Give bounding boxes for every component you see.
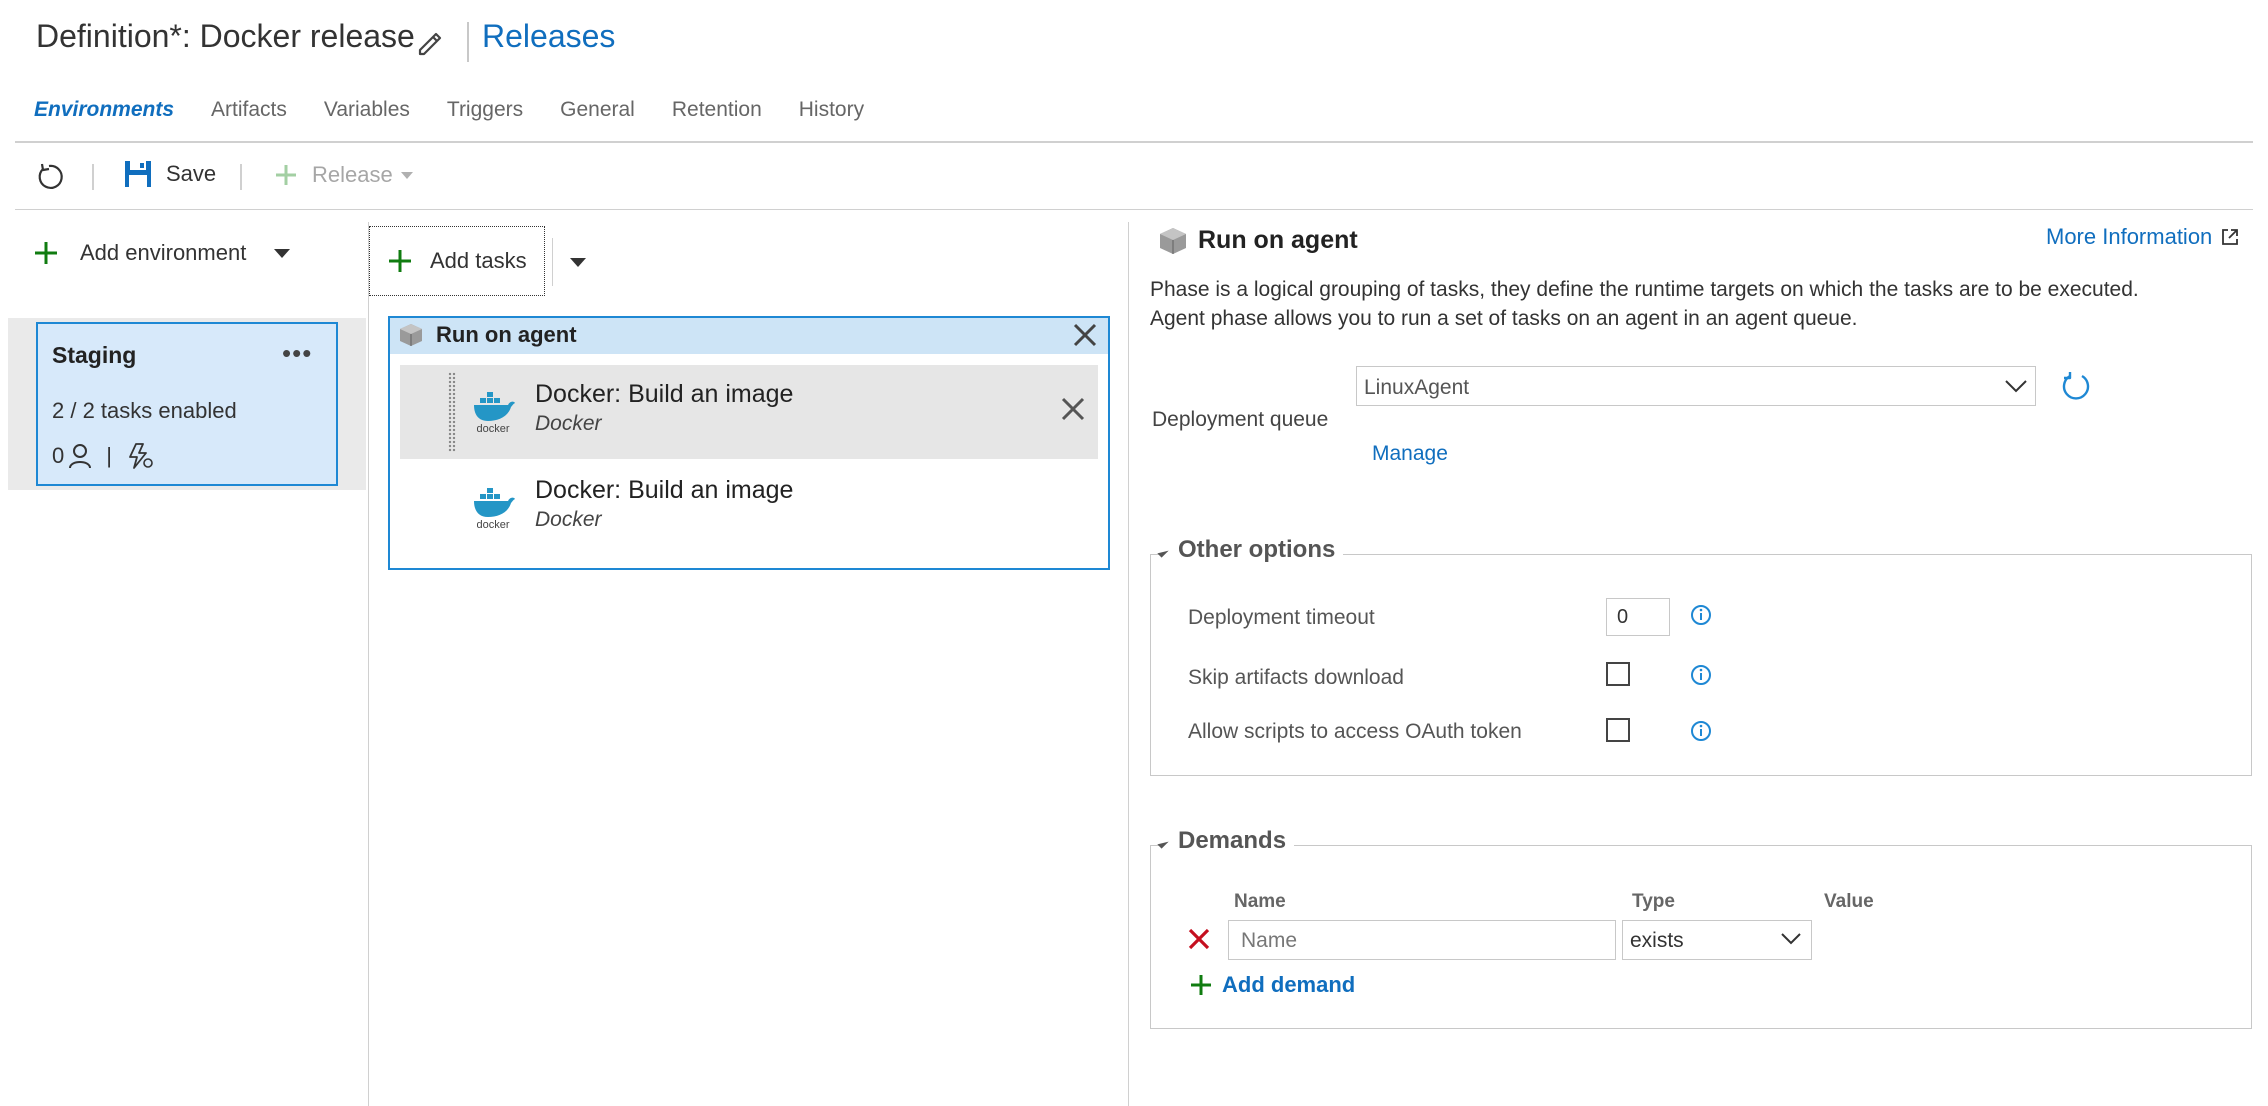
save-icon [125,161,151,187]
toolbar-divider [15,209,2253,210]
approvers-count: 0 [52,443,65,468]
panel-divider [368,222,369,1106]
demands-column-type: Type [1632,891,1675,912]
save-label: Save [166,161,217,186]
remove-icon[interactable] [1186,926,1212,952]
tab-general[interactable]: General [560,98,635,122]
caret-down-icon [400,171,413,179]
environment-name: Staging [52,342,137,368]
lightning-icon[interactable] [126,442,154,470]
docker-icon: docker [468,484,518,535]
add-environment-label: Add environment [80,240,247,265]
task-type: Docker [535,412,602,435]
release-button[interactable]: Release [274,162,413,188]
chevron-down-icon [1781,933,1801,945]
info-icon[interactable] [1690,720,1712,742]
collapse-triangle-icon [1157,837,1169,849]
other-options-header[interactable]: Other options [1157,536,1344,564]
demands-column-name: Name [1234,891,1286,912]
deployment-timeout-input[interactable]: 0 [1606,598,1670,636]
tab-bar: Environments Artifacts Variables Trigger… [34,98,901,122]
caret-down-icon[interactable] [274,248,291,258]
deployment-timeout-label: Deployment timeout [1188,606,1375,629]
docker-icon: docker [468,388,518,439]
phase-description: Agent phase allows you to run a set of t… [1150,307,1858,330]
info-icon[interactable] [1690,604,1712,626]
edit-icon[interactable] [414,26,446,58]
toolbar-separator [240,164,242,190]
close-icon[interactable] [1070,320,1100,350]
task-type: Docker [535,508,602,531]
more-information-link[interactable]: More Information [2046,224,2240,250]
panel-divider [1128,222,1129,1106]
close-icon[interactable] [1058,394,1088,424]
docker-logo-text: docker [476,519,509,530]
details-title: Run on agent [1198,226,1358,254]
plus-icon [276,165,296,185]
more-icon[interactable]: ••• [282,338,312,369]
task-name: Docker: Build an image [535,476,794,504]
demand-name-input[interactable]: Name [1228,920,1616,960]
releases-link[interactable]: Releases [482,18,615,55]
person-icon [69,444,92,469]
drag-handle[interactable] [448,372,456,452]
deployment-queue-label: Deployment queue [1152,408,1329,431]
tab-artifacts[interactable]: Artifacts [211,98,287,122]
other-options-title: Other options [1178,536,1336,563]
save-button[interactable]: Save [124,160,216,188]
phase-title: Run on agent [436,322,577,347]
page-title: Definition*: Docker release [36,18,415,54]
info-icon[interactable] [1690,664,1712,686]
demand-type-value: exists [1630,929,1684,952]
add-environment-button[interactable]: Add environment [34,240,291,266]
refresh-icon[interactable] [34,162,64,192]
box-icon [1160,228,1186,254]
plus-icon [35,242,57,264]
add-tasks-separator [552,238,553,286]
demands-title: Demands [1178,827,1287,854]
approvers-divider: | [106,443,112,468]
docker-logo-text: docker [476,423,509,434]
caret-down-icon[interactable] [570,258,586,267]
title-separator [467,22,469,62]
external-link-icon [2222,229,2239,245]
tab-divider [15,141,2253,143]
oauth-token-label: Allow scripts to access OAuth token [1188,720,1522,743]
add-tasks-label: Add tasks [430,248,527,273]
demands-column-value: Value [1824,891,1874,912]
release-label: Release [312,162,393,187]
tab-history[interactable]: History [799,98,864,122]
tab-retention[interactable]: Retention [672,98,762,122]
more-information-label: More Information [2046,224,2213,249]
skip-artifacts-checkbox[interactable] [1606,662,1630,686]
toolbar-separator [92,164,94,190]
tasks-enabled-status: 2 / 2 tasks enabled [52,398,237,423]
task-name: Docker: Build an image [535,380,794,408]
oauth-token-checkbox[interactable] [1606,718,1630,742]
approvers-summary: 0 | [52,442,154,470]
plus-icon [1191,975,1211,995]
demands-header[interactable]: Demands [1157,827,1295,855]
add-tasks-button[interactable]: Add tasks [369,226,545,296]
tab-triggers[interactable]: Triggers [447,98,523,122]
plus-icon [389,250,411,272]
add-demand-label: Add demand [1222,972,1356,997]
phase-description: Phase is a logical grouping of tasks, th… [1150,278,2139,301]
deployment-queue-value: LinuxAgent [1364,376,1470,399]
tab-variables[interactable]: Variables [324,98,410,122]
refresh-icon[interactable] [2060,370,2092,402]
chevron-down-icon [2005,380,2027,393]
tab-environments[interactable]: Environments [34,98,174,122]
collapse-triangle-icon [1157,546,1169,558]
box-icon [400,324,422,346]
add-demand-button[interactable]: Add demand [1190,972,1355,998]
skip-artifacts-label: Skip artifacts download [1188,666,1404,689]
manage-link[interactable]: Manage [1372,442,1448,466]
